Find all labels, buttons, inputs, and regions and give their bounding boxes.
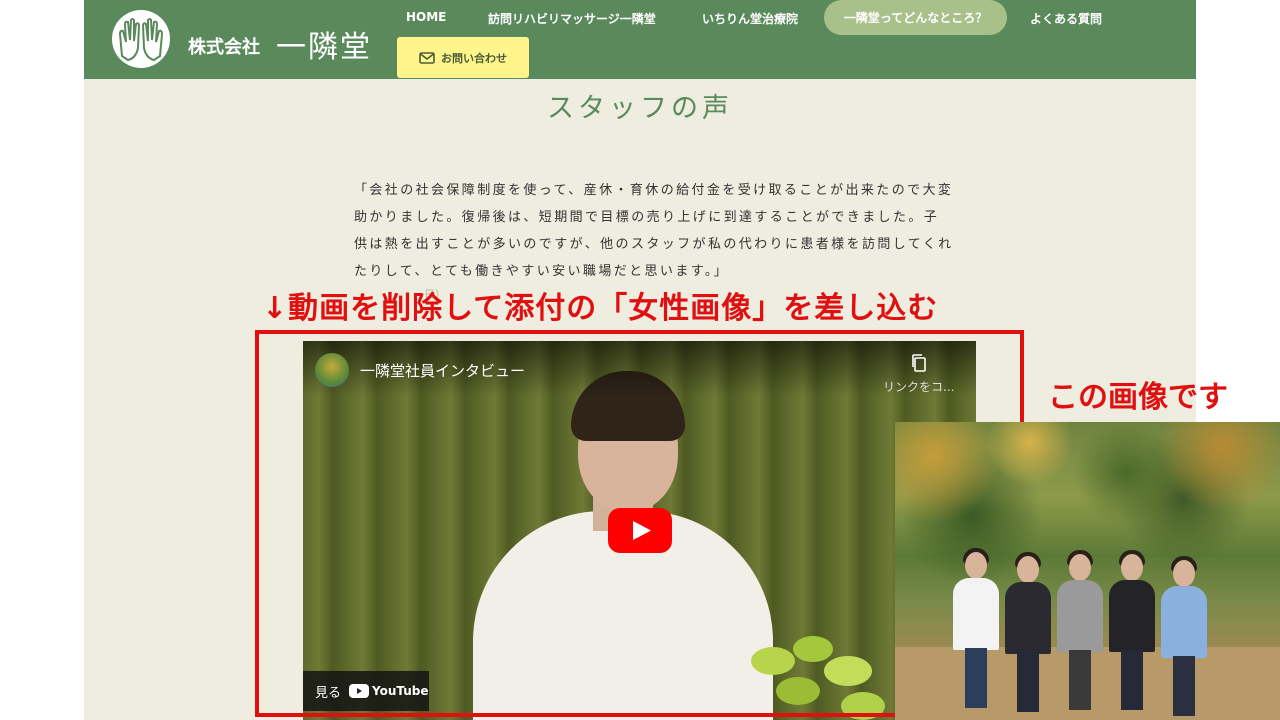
site-header: 株式会社 一隣堂 HOME 訪問リハビリマッサージ一隣堂 いちりん堂治療院 一隣…: [84, 0, 1196, 79]
logo-hands-icon[interactable]: [112, 10, 170, 68]
staff-quote: 「会社の社会保障制度を使って、産休・育休の給付金を受け取ることが出来たので大変助…: [354, 183, 954, 279]
company-name[interactable]: 一隣堂: [276, 22, 372, 66]
nav-clinic[interactable]: いちりん堂治療院: [702, 10, 798, 27]
contact-button[interactable]: お問い合わせ: [397, 37, 529, 78]
nav-about[interactable]: 一隣堂ってどんなところ？: [824, 0, 1007, 35]
nav-home[interactable]: HOME: [406, 10, 446, 24]
instruction-annotation: ↓動画を削除して添付の「女性画像」を差し込む: [262, 291, 939, 326]
mail-icon: [419, 51, 435, 64]
nav-visit-rehab-massage[interactable]: 訪問リハビリマッサージ一隣堂: [488, 10, 656, 27]
contact-label: お問い合わせ: [441, 51, 507, 65]
staff-group-photo: [895, 422, 1280, 720]
image-label-annotation: この画像です: [1048, 380, 1228, 415]
company-prefix: 株式会社: [188, 37, 260, 58]
nav-faq[interactable]: よくある質問: [1030, 10, 1102, 27]
section-title: スタッフの声: [547, 93, 733, 124]
